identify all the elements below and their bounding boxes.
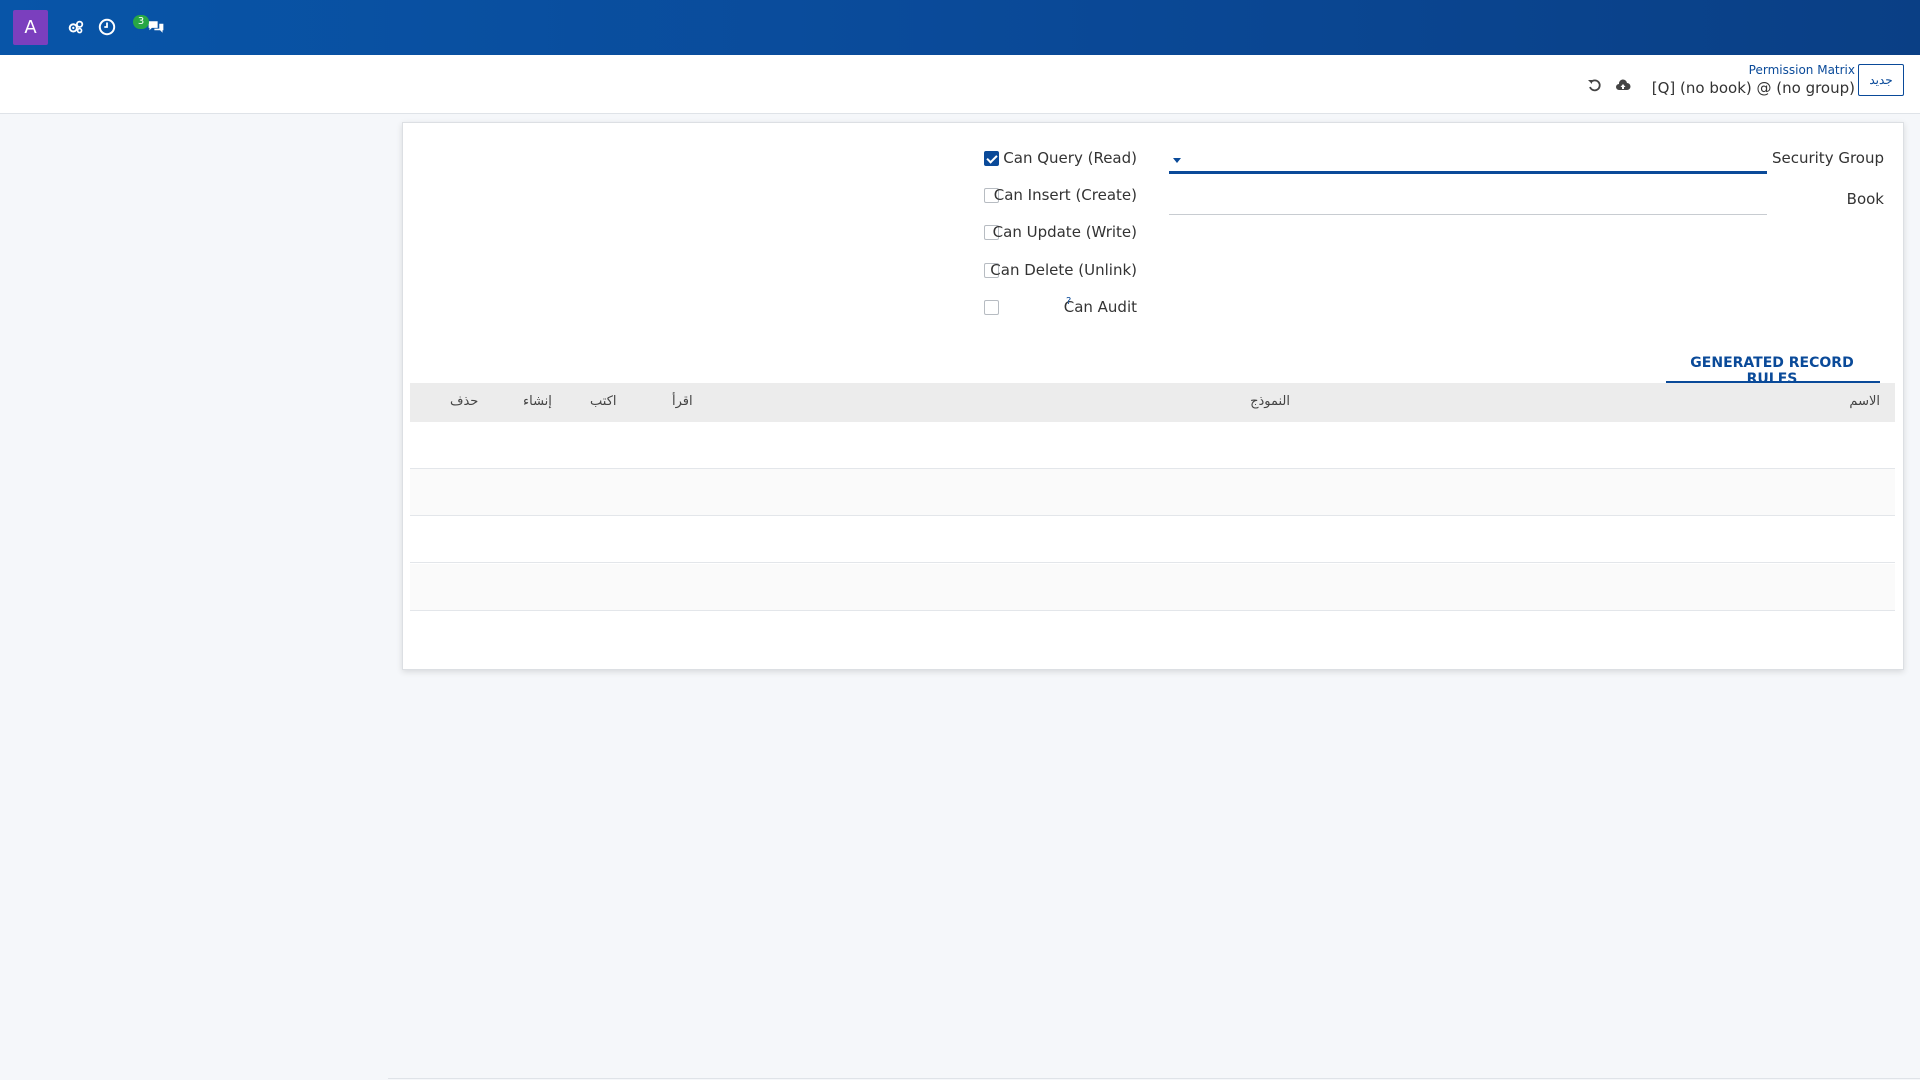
can-delete-label: Can Delete (Unlink) <box>990 261 1137 279</box>
table-row <box>410 469 1895 516</box>
security-group-label: Security Group <box>1771 149 1884 167</box>
dropdown-caret-icon[interactable] <box>1173 158 1181 163</box>
new-button[interactable]: جديد <box>1858 64 1904 96</box>
can-audit-checkbox[interactable] <box>984 300 999 315</box>
book-label: Book <box>1846 190 1884 208</box>
column-write[interactable]: اكتب <box>590 394 617 409</box>
undo-icon[interactable] <box>1587 77 1605 95</box>
cloud-upload-icon[interactable] <box>1615 77 1633 95</box>
column-read[interactable]: اقرأ <box>672 394 693 409</box>
chat-icon[interactable] <box>146 17 166 37</box>
can-query-checkbox[interactable] <box>984 151 999 166</box>
chat-badge: 3 <box>133 15 149 29</box>
clock-icon[interactable] <box>97 17 117 37</box>
control-panel: Permission Matrix [Q] (no book) @ (no gr… <box>0 55 1920 114</box>
table-row <box>410 422 1895 469</box>
help-icon[interactable]: ? <box>1066 296 1071 307</box>
column-name[interactable]: الاسم <box>1849 394 1880 409</box>
column-model[interactable]: النموذج <box>1250 394 1290 409</box>
security-group-input[interactable] <box>1169 171 1767 174</box>
top-navbar: A 3 <box>0 0 1920 55</box>
divider <box>388 1078 1920 1079</box>
table-row <box>410 516 1895 563</box>
column-create[interactable]: إنشاء <box>523 394 552 409</box>
breadcrumb-parent[interactable]: Permission Matrix <box>1749 63 1855 77</box>
book-input[interactable] <box>1169 214 1767 215</box>
can-insert-label: Can Insert (Create) <box>993 186 1137 204</box>
gears-icon[interactable] <box>66 17 86 37</box>
user-avatar[interactable]: A <box>13 10 48 45</box>
can-update-label: Can Update (Write) <box>992 223 1137 241</box>
table-header: الاسم النموذج اقرأ اكتب إنشاء حذف <box>410 383 1895 422</box>
table-row <box>410 564 1895 611</box>
can-query-label: Can Query (Read) <box>1003 149 1137 167</box>
breadcrumb-current: [Q] (no book) @ (no group) <box>1651 79 1855 97</box>
column-delete[interactable]: حذف <box>450 394 478 409</box>
can-audit-label: Can Audit <box>1063 298 1137 316</box>
